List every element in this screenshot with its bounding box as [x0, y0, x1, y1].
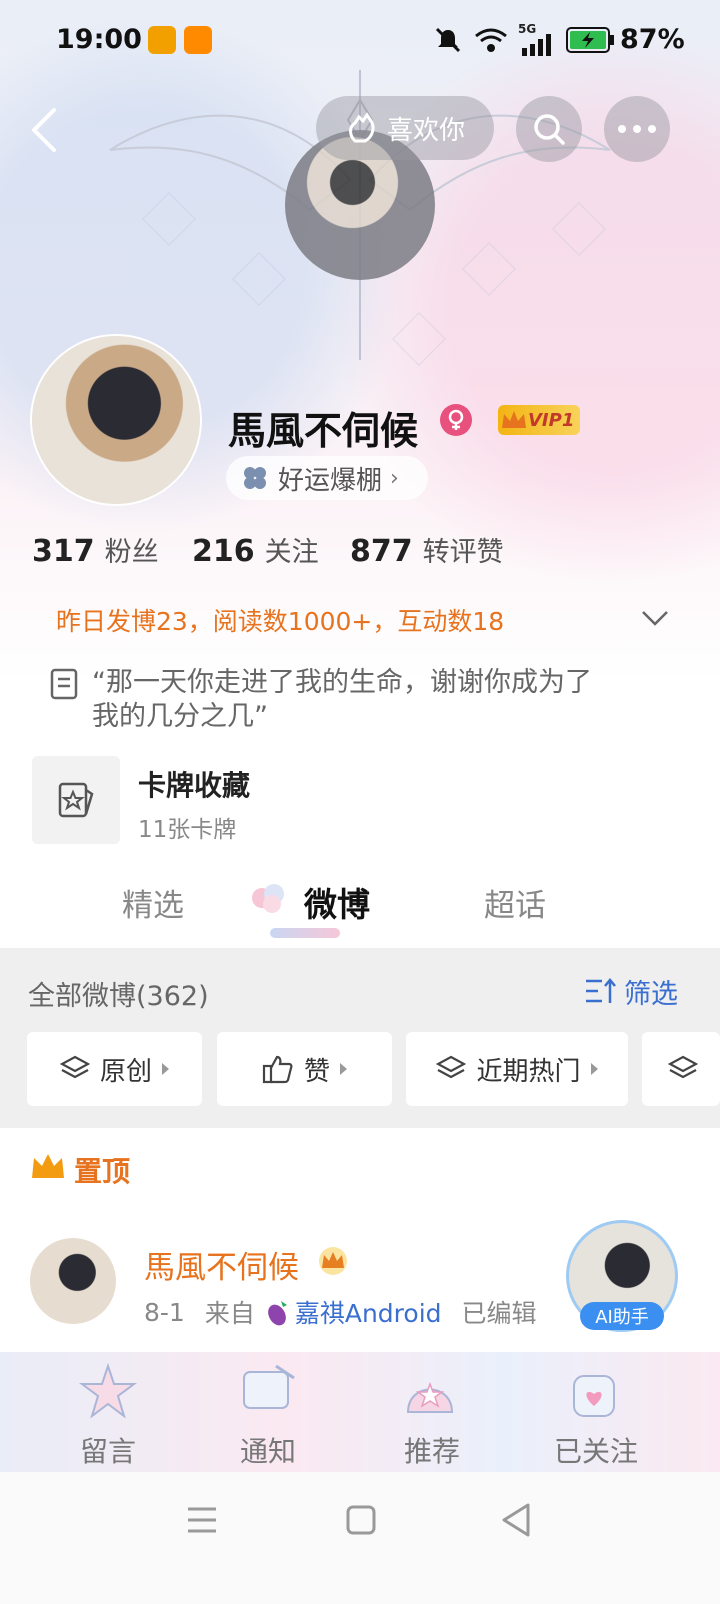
triangle-right-icon: [162, 1063, 169, 1075]
like-you-label: 喜欢你: [386, 115, 465, 146]
battery-percent: 87%: [620, 24, 685, 55]
crown-icon: [32, 1154, 64, 1178]
pinned-label: 置顶: [74, 1155, 131, 1188]
sort-filter-icon: [586, 977, 616, 1003]
back-icon[interactable]: [28, 106, 62, 154]
tab-super-topic[interactable]: 超话: [484, 880, 546, 925]
status-time: 19:00: [56, 24, 142, 55]
tab-featured[interactable]: 精选: [122, 880, 184, 925]
app-notification-icon: [148, 26, 176, 54]
card-collection-thumbnail[interactable]: [32, 756, 120, 844]
stat-interactions[interactable]: 877 转评赞: [350, 530, 504, 569]
crown-badge-icon: [319, 1247, 347, 1275]
bottom-tab-following[interactable]: 已关注: [536, 1430, 656, 1470]
feed-count: 全部微博(362): [28, 981, 209, 1012]
post-author-avatar[interactable]: [30, 1238, 116, 1324]
post-source[interactable]: 嘉祺Android: [295, 1294, 442, 1330]
luck-badge[interactable]: 好运爆棚 ›: [226, 456, 428, 500]
thumbs-up-icon: [262, 1055, 293, 1084]
layers-icon: [436, 1055, 467, 1079]
stat-fans[interactable]: 317 粉丝: [32, 530, 159, 569]
bio-line-2: 我的几分之几”: [92, 701, 268, 732]
more-dots-icon: [618, 125, 656, 133]
star-ribbon-icon: [79, 1362, 137, 1419]
signal-icon: [522, 34, 551, 56]
clover-icon: [244, 467, 266, 489]
menu-icon[interactable]: [186, 1505, 218, 1535]
filter-original-label: 原创: [99, 1056, 152, 1087]
layers-icon: [668, 1055, 698, 1079]
wifi-icon: [475, 28, 507, 52]
following-label: 关注: [264, 537, 319, 568]
following-count: 216: [192, 534, 255, 569]
battery-icon: [566, 27, 614, 53]
stat-following[interactable]: 216 关注: [192, 530, 319, 569]
card-star-icon: [58, 782, 94, 818]
system-navigation-bar: [0, 1472, 720, 1604]
chevron-right-icon: ›: [390, 465, 399, 491]
more-button[interactable]: [604, 96, 670, 162]
chevron-down-icon[interactable]: [640, 608, 670, 628]
card-collection-subtitle: 11张卡牌: [138, 817, 237, 843]
bio-line-1: “那一天你走进了我的生命，谢谢你成为了: [92, 667, 592, 698]
bottom-tab-notifications[interactable]: 通知: [208, 1430, 328, 1470]
search-button[interactable]: [516, 96, 582, 162]
fans-count: 317: [32, 534, 95, 569]
interactions-count: 877: [350, 534, 413, 569]
filter-trending-label: 近期热门: [476, 1056, 581, 1087]
bio-text: “那一天你走进了我的生命，谢谢你成为了 我的几分之几”: [92, 666, 592, 734]
tab-weibo[interactable]: 微博: [304, 878, 370, 926]
search-icon: [534, 114, 565, 145]
interactions-label: 转评赞: [422, 537, 504, 568]
layers-icon: [59, 1055, 90, 1079]
filter-original[interactable]: 原创: [27, 1032, 202, 1106]
mute-icon: [435, 27, 461, 53]
ai-assistant-button[interactable]: AI助手: [580, 1302, 664, 1330]
filter-trending[interactable]: 近期热门: [406, 1032, 628, 1106]
star-lamp-icon: [406, 1381, 454, 1413]
luck-badge-label: 好运爆棚: [278, 465, 383, 496]
scroll-icon: [243, 1364, 295, 1409]
bottom-tab-messages[interactable]: 留言: [48, 1430, 168, 1470]
bottom-tab-recommend[interactable]: 推荐: [372, 1430, 492, 1470]
profile-avatar[interactable]: [32, 336, 200, 504]
profile-name: 馬風不伺候: [228, 409, 419, 453]
post-edited: 已编辑: [461, 1299, 537, 1328]
back-nav-icon[interactable]: [500, 1502, 532, 1538]
triangle-right-icon: [590, 1063, 598, 1075]
eggplant-icon: [268, 1301, 287, 1326]
post-date: 8-1: [144, 1297, 185, 1327]
active-tab-indicator: [270, 928, 340, 938]
vip-badge[interactable]: VIP1: [498, 405, 580, 435]
gesture-hand-icon: [348, 112, 375, 143]
heart-jar-icon: [573, 1375, 615, 1417]
filter-likes-label: 赞: [303, 1056, 330, 1087]
filter-label: 筛选: [624, 979, 678, 1010]
post-meta: 8-1 来自 嘉祺Android 已编辑: [144, 1294, 537, 1330]
crown-icon: [502, 411, 526, 428]
bio-document-icon: [50, 668, 78, 700]
vip-label: VIP1: [528, 409, 575, 431]
activity-summary: 昨日发博23，阅读数1000+，互动数18: [56, 607, 505, 636]
post-author-name[interactable]: 馬風不伺候: [144, 1242, 299, 1287]
fans-label: 粉丝: [104, 537, 159, 568]
triangle-right-icon: [340, 1063, 347, 1075]
home-icon[interactable]: [345, 1504, 377, 1536]
post-from-label: 来自: [204, 1299, 255, 1328]
filter-button[interactable]: 筛选: [584, 972, 678, 1011]
like-you-button[interactable]: 喜欢你: [316, 96, 494, 160]
filter-more[interactable]: [642, 1032, 720, 1106]
weibo-notification-icon: [184, 26, 212, 54]
card-collection-title[interactable]: 卡牌收藏: [138, 764, 250, 804]
female-icon: [440, 404, 472, 436]
filter-likes[interactable]: 赞: [217, 1032, 392, 1106]
flower-icon: [252, 884, 284, 913]
